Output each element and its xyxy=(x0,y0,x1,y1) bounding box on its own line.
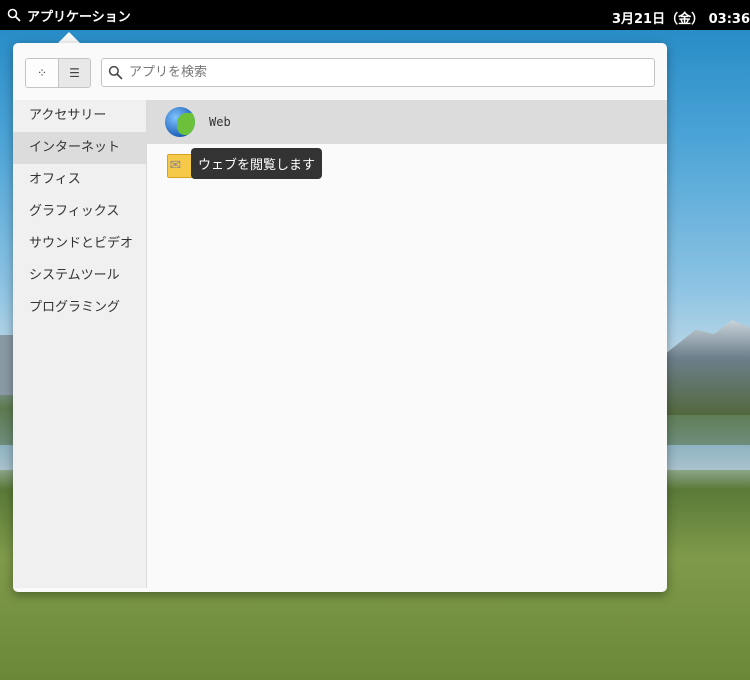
app-web[interactable]: Web xyxy=(147,100,667,144)
search-icon xyxy=(108,65,123,80)
category-internet[interactable]: インターネット xyxy=(13,132,146,164)
grid-view-button[interactable]: ⁘ xyxy=(26,59,58,87)
menu-toolbar: ⁘ ☰ xyxy=(13,43,667,100)
search-icon xyxy=(7,8,21,22)
popover-arrow xyxy=(58,32,80,43)
tooltip: ウェブを閲覧します xyxy=(191,148,323,179)
search-field[interactable] xyxy=(101,58,655,87)
mountain-decoration xyxy=(660,320,750,415)
clock[interactable]: 3月21日（金） 03:36 xyxy=(612,8,750,27)
category-view-button[interactable]: ☰ xyxy=(58,59,90,87)
category-system-tools[interactable]: システムツール xyxy=(13,260,146,292)
web-browser-icon xyxy=(165,107,195,137)
category-graphics[interactable]: グラフィックス xyxy=(13,196,146,228)
mountain-decoration xyxy=(0,335,14,395)
category-sound-video[interactable]: サウンドとビデオ xyxy=(13,228,146,260)
category-programming[interactable]: プログラミング xyxy=(13,292,146,324)
view-switcher: ⁘ ☰ xyxy=(25,58,91,88)
applications-menu-button[interactable]: アプリケーション xyxy=(7,6,131,25)
app-label: Web xyxy=(209,115,231,129)
category-list-icon: ☰ xyxy=(69,66,80,80)
top-panel: アプリケーション 3月21日（金） 03:36 xyxy=(0,0,750,30)
search-input[interactable] xyxy=(129,65,629,80)
applications-menu: ⁘ ☰ アクセサリー インターネット オフィス グラフィックス サウンドとビデオ… xyxy=(13,43,667,592)
grid-icon: ⁘ xyxy=(36,66,48,80)
category-office[interactable]: オフィス xyxy=(13,164,146,196)
applications-label: アプリケーション xyxy=(27,9,131,25)
category-accessories[interactable]: アクセサリー xyxy=(13,100,146,132)
category-sidebar: アクセサリー インターネット オフィス グラフィックス サウンドとビデオ システ… xyxy=(13,100,147,588)
